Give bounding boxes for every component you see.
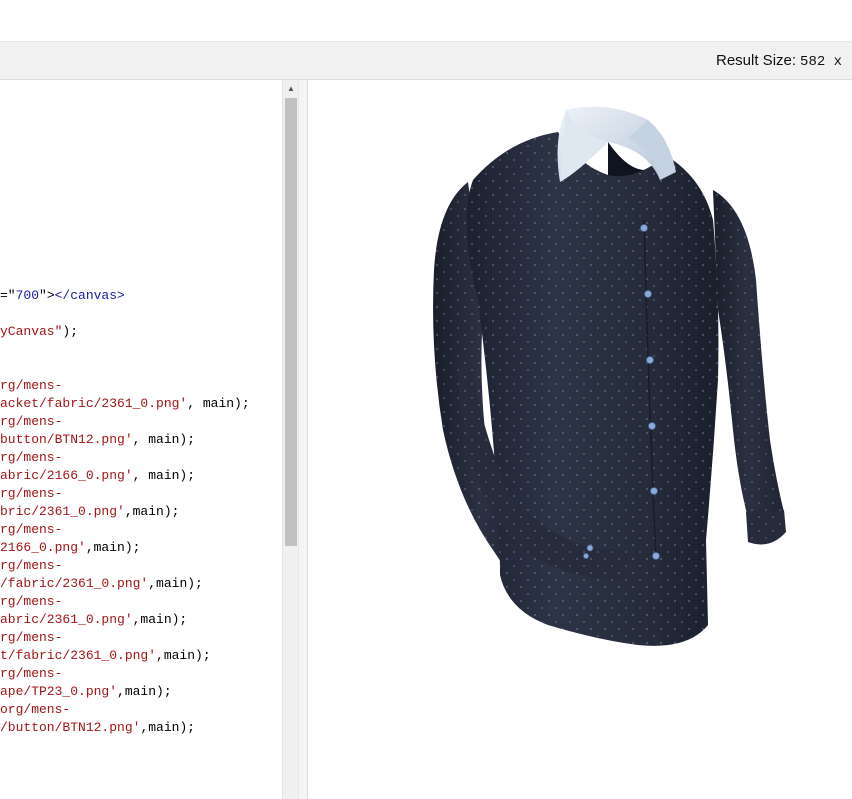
- top-blank-area: [0, 0, 852, 41]
- shirt-canvas: [433, 106, 786, 646]
- right-sleeve: [713, 190, 786, 545]
- code-line: button/BTN12.png', main);: [0, 431, 195, 449]
- code-line: abric/2166_0.png', main);: [0, 467, 195, 485]
- code-token: , main);: [132, 432, 196, 447]
- scroll-thumb[interactable]: [285, 98, 297, 546]
- pane-splitter[interactable]: [298, 80, 308, 799]
- code-line: rg/mens-: [0, 377, 62, 395]
- code-token: t/fabric/2361_0.png': [0, 648, 157, 663]
- code-token: rg/mens-: [0, 450, 63, 465]
- code-token: rg/mens-: [0, 522, 63, 537]
- code-line: rg/mens-: [0, 629, 62, 647]
- code-scrollbar[interactable]: ▲: [282, 80, 298, 799]
- code-line: bric/2361_0.png',main);: [0, 503, 179, 521]
- cuff-button: [582, 552, 589, 559]
- code-token: rg/mens-: [0, 414, 63, 429]
- code-line: abric/2361_0.png',main);: [0, 611, 187, 629]
- code-token: rg/mens-: [0, 630, 63, 645]
- shirt-button: [646, 356, 654, 364]
- code-token: ,main);: [132, 612, 188, 627]
- code-token: ,main);: [148, 576, 203, 591]
- code-line: ape/TP23_0.png',main);: [0, 683, 172, 701]
- code-token: , main);: [187, 396, 250, 411]
- scroll-up-arrow-icon[interactable]: ▲: [283, 80, 299, 98]
- result-size-text: Result Size:: [716, 52, 797, 69]
- shirt-button: [640, 224, 648, 232]
- code-token: ,main);: [85, 540, 141, 555]
- code-token: rg/mens-: [0, 558, 63, 573]
- code-token: =": [0, 288, 16, 303]
- code-line: rg/mens-: [0, 593, 62, 611]
- code-token: /button/BTN12.png': [0, 720, 141, 735]
- code-line: rg/mens-: [0, 665, 62, 683]
- code-line: rg/mens-: [0, 557, 62, 575]
- code-token: , main);: [132, 468, 196, 483]
- code-token: acket/fabric/2361_0.png': [0, 396, 188, 411]
- shirt-button: [652, 552, 660, 560]
- code-token: abric/2361_0.png': [0, 612, 133, 627]
- code-editor[interactable]: ="700"></canvas> yCanvas"); rg/mens-acket/…: [0, 80, 282, 799]
- code-line: acket/fabric/2361_0.png', main);: [0, 395, 250, 413]
- code-token: button/BTN12.png': [0, 432, 133, 447]
- code-token: bric/2361_0.png': [0, 504, 125, 519]
- code-token: ,main);: [117, 684, 172, 699]
- cuff-button: [586, 544, 594, 552]
- shirt-button: [644, 290, 652, 298]
- code-line: yCanvas");: [0, 323, 78, 341]
- code-token: rg/mens-: [0, 378, 63, 393]
- code-token: );: [62, 324, 79, 339]
- code-line: /button/BTN12.png',main);: [0, 719, 195, 737]
- result-size-value: 582 x: [800, 54, 843, 70]
- code-token: 2166_0.png': [0, 540, 86, 555]
- code-token: ,main);: [140, 720, 196, 735]
- code-line: org/mens-: [0, 701, 70, 719]
- result-toolbar: Result Size: 582 x: [0, 41, 852, 80]
- code-token: org/mens-: [0, 702, 71, 717]
- code-line: 2166_0.png',main);: [0, 539, 140, 557]
- code-token: ,main);: [156, 648, 211, 663]
- code-token: rg/mens-: [0, 594, 63, 609]
- code-token: </canvas>: [54, 288, 125, 303]
- code-line: /fabric/2361_0.png',main);: [0, 575, 203, 593]
- code-line: rg/mens-: [0, 521, 62, 539]
- code-token: ">: [39, 288, 55, 303]
- code-token: yCanvas": [0, 324, 63, 339]
- code-token: ,main);: [124, 504, 180, 519]
- code-line: rg/mens-: [0, 413, 62, 431]
- shirt-button: [648, 422, 656, 430]
- result-pane: [308, 80, 852, 799]
- code-line: ="700"></canvas>: [0, 287, 125, 305]
- code-token: abric/2166_0.png': [0, 468, 133, 483]
- code-token: rg/mens-: [0, 486, 63, 501]
- result-size-label: Result Size: 582 x: [716, 52, 842, 70]
- code-token: ape/TP23_0.png': [0, 684, 118, 699]
- code-line: t/fabric/2361_0.png',main);: [0, 647, 211, 665]
- code-token: /fabric/2361_0.png': [0, 576, 149, 591]
- code-line: rg/mens-: [0, 449, 62, 467]
- code-token: 700: [15, 288, 40, 303]
- code-token: rg/mens-: [0, 666, 63, 681]
- code-line: rg/mens-: [0, 485, 62, 503]
- shirt-button: [650, 487, 658, 495]
